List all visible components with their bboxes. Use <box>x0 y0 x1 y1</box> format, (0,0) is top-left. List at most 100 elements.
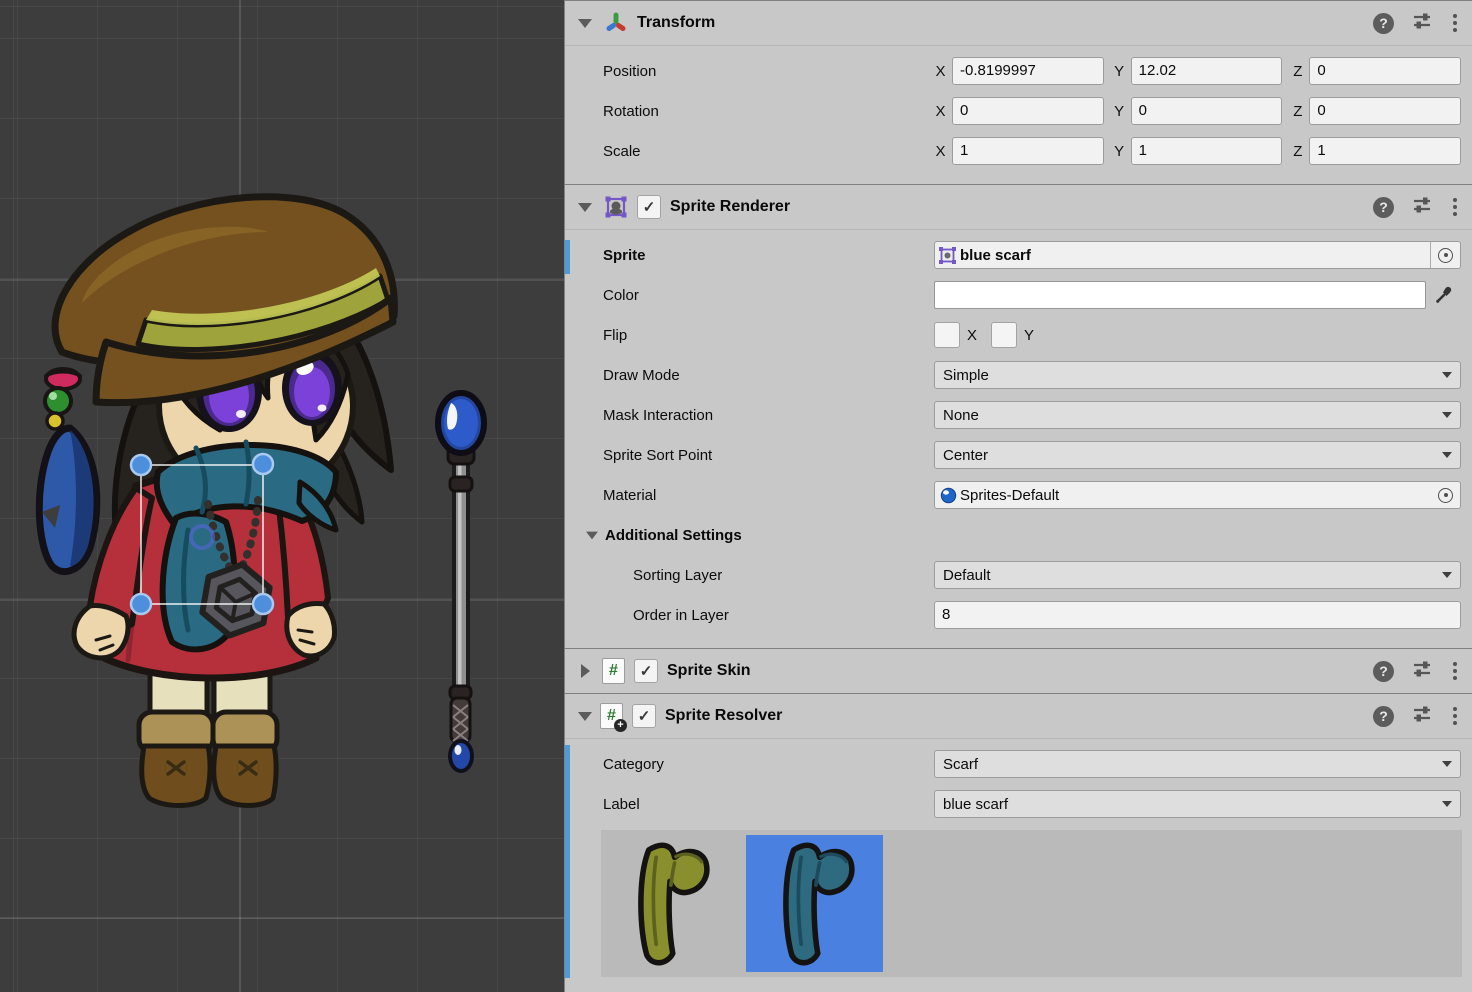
sprite-sort-point-dropdown[interactable]: Center <box>934 441 1461 469</box>
flip-row: Flip X Y <box>565 315 1472 355</box>
position-z-field[interactable]: 0 <box>1309 57 1461 85</box>
foldout-expanded-icon[interactable] <box>578 712 592 721</box>
presets-icon[interactable] <box>1411 10 1433 36</box>
flip-y-label: Y <box>1024 327 1034 344</box>
color-label: Color <box>565 287 934 304</box>
eyedropper-icon[interactable] <box>1426 285 1461 305</box>
more-menu-icon[interactable] <box>1450 707 1460 725</box>
presets-icon[interactable] <box>1411 658 1433 684</box>
sprite-resolver-header[interactable]: # + ✓ Sprite Resolver ? <box>565 694 1472 739</box>
material-value: Sprites-Default <box>960 487 1059 504</box>
help-icon[interactable]: ? <box>1373 706 1394 727</box>
more-menu-icon[interactable] <box>1450 662 1460 680</box>
sprite-skin-header[interactable]: # ✓ Sprite Skin ? <box>565 649 1472 693</box>
enable-checkbox[interactable]: ✓ <box>632 704 656 728</box>
order-in-layer-field[interactable]: 8 <box>934 601 1461 629</box>
axis-y-label: Y <box>1113 143 1126 160</box>
rotation-label: Rotation <box>565 103 934 120</box>
axis-z-label: Z <box>1291 143 1304 160</box>
enable-checkbox[interactable]: ✓ <box>634 659 658 683</box>
chevron-down-icon <box>1442 761 1452 767</box>
draw-mode-dropdown[interactable]: Simple <box>934 361 1461 389</box>
material-row: Material Sprites-Default <box>565 475 1472 515</box>
chevron-down-icon <box>1442 412 1452 418</box>
category-label: Category <box>565 756 934 773</box>
sprite-thumb-green-scarf[interactable] <box>601 835 738 972</box>
color-swatch[interactable] <box>934 281 1426 309</box>
additional-settings-foldout[interactable]: Additional Settings <box>565 515 1472 555</box>
draw-mode-label: Draw Mode <box>565 367 934 384</box>
material-label: Material <box>565 487 934 504</box>
position-y-field[interactable]: 12.02 <box>1131 57 1283 85</box>
help-icon[interactable]: ? <box>1373 13 1394 34</box>
order-in-layer-row: Order in Layer 8 <box>565 595 1472 635</box>
rotation-y-field[interactable]: 0 <box>1131 97 1283 125</box>
scale-x-field[interactable]: 1 <box>952 137 1104 165</box>
prefab-override-bar <box>565 240 570 274</box>
scene-view[interactable] <box>0 0 564 992</box>
scale-z-field[interactable]: 1 <box>1309 137 1461 165</box>
foldout-expanded-icon[interactable] <box>578 203 592 212</box>
transform-component: Transform ? Position X-0.8199997 Y12.02 … <box>565 0 1472 184</box>
position-x-field[interactable]: -0.8199997 <box>952 57 1104 85</box>
character-sprite <box>39 197 394 806</box>
sprite-variant-strip <box>601 830 1462 977</box>
plus-badge-icon: + <box>614 719 627 732</box>
chevron-down-icon <box>1442 801 1452 807</box>
sprite-renderer-component: ✓ Sprite Renderer ? Sprite <box>565 184 1472 648</box>
sprite-object-field[interactable]: blue scarf <box>934 241 1461 269</box>
sorting-layer-dropdown[interactable]: Default <box>934 561 1461 589</box>
staff-sprite <box>438 393 484 771</box>
transform-icon <box>604 11 628 35</box>
script-plus-icon: # + <box>600 703 623 729</box>
sprite-renderer-header[interactable]: ✓ Sprite Renderer ? <box>565 185 1472 230</box>
sprite-skin-component: # ✓ Sprite Skin ? <box>565 648 1472 693</box>
mask-interaction-dropdown[interactable]: None <box>934 401 1461 429</box>
flip-x-checkbox[interactable] <box>934 322 960 348</box>
position-row: Position X-0.8199997 Y12.02 Z0 <box>565 51 1472 91</box>
scale-label: Scale <box>565 143 934 160</box>
scale-y-field[interactable]: 1 <box>1131 137 1283 165</box>
color-row: Color <box>565 275 1472 315</box>
scale-row: Scale X1 Y1 Z1 <box>565 131 1472 171</box>
axis-x-label: X <box>934 103 947 120</box>
material-object-field[interactable]: Sprites-Default <box>934 481 1461 509</box>
presets-icon[interactable] <box>1411 194 1433 220</box>
flip-label: Flip <box>565 327 934 344</box>
chevron-down-icon <box>1442 372 1452 378</box>
help-icon[interactable]: ? <box>1373 661 1394 682</box>
foldout-collapsed-icon[interactable] <box>581 664 590 678</box>
draw-mode-row: Draw Mode Simple <box>565 355 1472 395</box>
category-dropdown[interactable]: Scarf <box>934 750 1461 778</box>
label-dropdown[interactable]: blue scarf <box>934 790 1461 818</box>
draw-mode-value: Simple <box>943 367 989 384</box>
object-picker-icon[interactable] <box>1431 242 1460 268</box>
foldout-expanded-icon <box>586 531 598 539</box>
sprite-row: Sprite blue scarf <box>565 235 1472 275</box>
presets-icon[interactable] <box>1411 703 1433 729</box>
label-label: Label <box>565 796 934 813</box>
sorting-layer-row: Sorting Layer Default <box>565 555 1472 595</box>
more-menu-icon[interactable] <box>1450 198 1460 216</box>
enable-checkbox[interactable]: ✓ <box>637 195 661 219</box>
material-icon <box>940 487 957 504</box>
axis-x-label: X <box>934 143 947 160</box>
sprite-sort-point-row: Sprite Sort Point Center <box>565 435 1472 475</box>
axis-z-label: Z <box>1291 103 1304 120</box>
sprite-value: blue scarf <box>960 247 1031 264</box>
sorting-layer-label: Sorting Layer <box>565 567 934 584</box>
sprite-thumb-blue-scarf[interactable] <box>746 835 883 972</box>
rotation-z-field[interactable]: 0 <box>1309 97 1461 125</box>
flip-y-checkbox[interactable] <box>991 322 1017 348</box>
component-title: Sprite Renderer <box>670 198 790 216</box>
more-menu-icon[interactable] <box>1450 14 1460 32</box>
chevron-down-icon <box>1442 572 1452 578</box>
rotation-x-field[interactable]: 0 <box>952 97 1104 125</box>
sprite-sort-point-value: Center <box>943 447 988 464</box>
transform-header[interactable]: Transform ? <box>565 1 1472 46</box>
foldout-expanded-icon[interactable] <box>578 19 592 28</box>
help-icon[interactable]: ? <box>1373 197 1394 218</box>
category-value: Scarf <box>943 756 978 773</box>
object-picker-icon[interactable] <box>1431 482 1460 508</box>
sorting-layer-value: Default <box>943 567 991 584</box>
